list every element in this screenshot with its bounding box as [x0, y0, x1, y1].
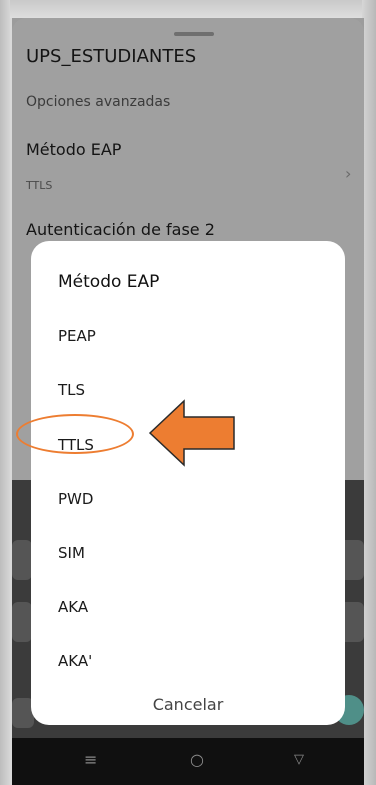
eap-method-dialog: Método EAP PEAP TLS TTLS PWD SIM AKA AKA… [31, 241, 345, 725]
ttls-highlight-ellipse [16, 414, 134, 454]
navigation-bar: ≡ ○ ▽ [12, 738, 364, 785]
eap-method-label[interactable]: Método EAP [26, 140, 121, 159]
home-circle-icon[interactable]: ○ [190, 752, 204, 768]
option-aka-prime[interactable]: AKA' [58, 652, 92, 670]
keyboard-key [12, 602, 32, 642]
menu-icon[interactable]: ≡ [84, 752, 97, 768]
cancel-button[interactable]: Cancelar [31, 695, 345, 714]
dialog-title: Método EAP [58, 272, 160, 292]
phase2-auth-label[interactable]: Autenticación de fase 2 [26, 220, 215, 239]
frame-shadow-right [362, 0, 376, 785]
chevron-right-icon[interactable]: › [345, 164, 351, 183]
network-title: UPS_ESTUDIANTES [26, 46, 197, 67]
option-pwd[interactable]: PWD [58, 490, 93, 508]
back-triangle-icon[interactable]: ▽ [294, 752, 304, 768]
advanced-options-header: Opciones avanzadas [26, 94, 171, 110]
option-sim[interactable]: SIM [58, 544, 85, 562]
frame-shadow-left [0, 0, 10, 785]
option-tls[interactable]: TLS [58, 381, 85, 399]
option-aka[interactable]: AKA [58, 598, 88, 616]
pointer-arrow-icon [148, 399, 235, 467]
option-peap[interactable]: PEAP [58, 327, 96, 345]
keyboard-key [12, 540, 32, 580]
frame-shadow-top [0, 0, 376, 18]
eap-method-value: TTLS [26, 179, 53, 192]
sheet-drag-handle[interactable] [174, 32, 214, 36]
